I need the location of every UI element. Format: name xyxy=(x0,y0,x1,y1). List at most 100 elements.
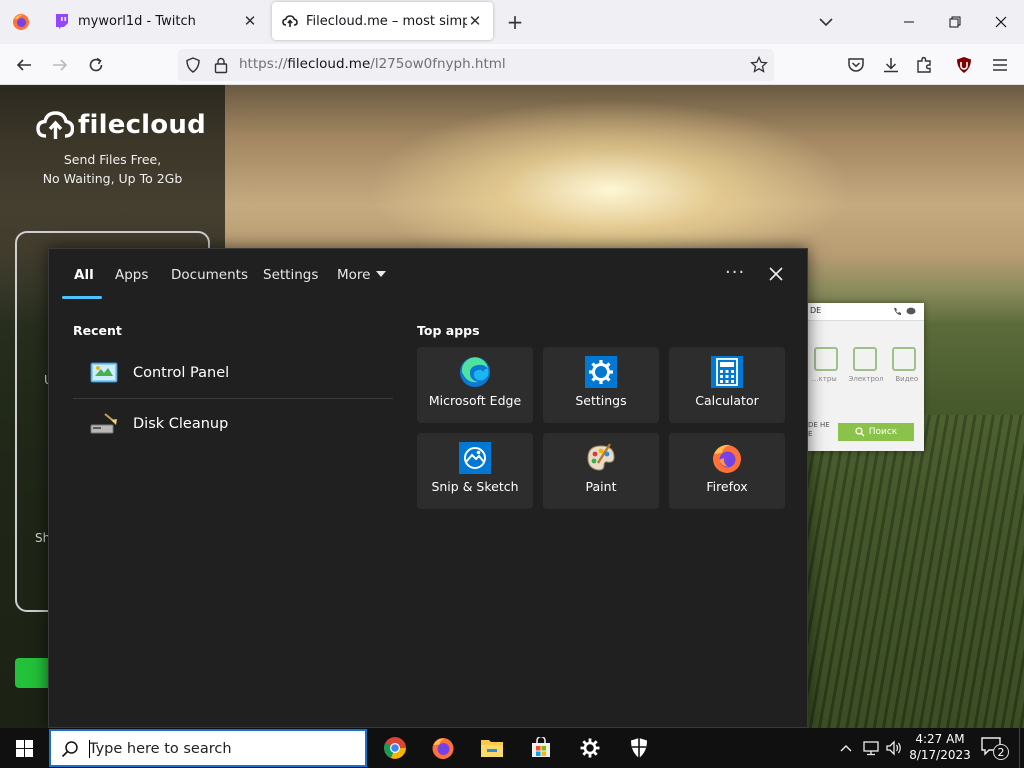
firefox-icon xyxy=(13,14,29,30)
filecloud-logo[interactable]: filecloud xyxy=(36,109,206,141)
tab-filecloud[interactable]: Filecloud.me – most simple file ✕ xyxy=(272,2,493,40)
tab-close-button[interactable]: ✕ xyxy=(242,12,258,30)
list-all-tabs-button[interactable] xyxy=(814,12,838,32)
lock-icon[interactable] xyxy=(213,56,229,74)
url-bar[interactable]: https://filecloud.me/l275ow0fnyph.html xyxy=(178,49,774,81)
caret-down-icon xyxy=(376,271,387,277)
close-search-button[interactable] xyxy=(763,261,789,287)
volume-button[interactable] xyxy=(884,738,904,758)
restore-icon xyxy=(949,16,961,28)
notification-count-badge: 2 xyxy=(993,744,1009,760)
url-text[interactable]: https://filecloud.me/l275ow0fnyph.html xyxy=(239,56,506,72)
widget-side-text: DE НЕ E xyxy=(808,421,830,439)
tagline-line-2: No Waiting, Up To 2Gb xyxy=(42,171,183,186)
security-shield-icon xyxy=(631,738,647,758)
phone-icon xyxy=(894,308,901,315)
microsoft-edge-icon xyxy=(460,357,490,387)
network-icon xyxy=(863,741,879,756)
app-tile-settings[interactable]: Settings xyxy=(543,347,659,423)
system-clock[interactable]: 4:27 AM 8/17/2023 xyxy=(905,731,975,763)
app-tile-calculator[interactable]: Calculator xyxy=(669,347,785,423)
chevron-up-icon xyxy=(840,745,852,752)
show-hidden-icons-button[interactable] xyxy=(836,738,856,758)
speaker-icon xyxy=(886,740,901,756)
app-tile-firefox[interactable]: Firefox xyxy=(669,433,785,509)
logo-text: filecloud xyxy=(78,110,206,140)
tab-more[interactable]: More xyxy=(337,267,387,283)
search-icon xyxy=(61,741,78,758)
taskbar-search-box[interactable] xyxy=(49,729,367,767)
shield-icon[interactable] xyxy=(185,57,201,73)
folder-icon xyxy=(481,740,503,757)
widget-header-text: DE xyxy=(810,306,822,315)
field-background xyxy=(800,415,1024,728)
more-options-button[interactable]: ··· xyxy=(725,262,745,283)
restore-button[interactable] xyxy=(940,8,970,36)
widget-side-text-line: E xyxy=(808,430,813,438)
pocket-button[interactable] xyxy=(841,50,871,80)
close-window-button[interactable] xyxy=(986,8,1016,36)
clock-time: 4:27 AM xyxy=(915,732,965,746)
taskbar-firefox[interactable] xyxy=(419,728,467,768)
tab-title: myworl1d - Twitch xyxy=(78,13,196,29)
download-icon xyxy=(884,58,898,73)
twitch-icon xyxy=(56,14,68,29)
taskbar-windows-security[interactable] xyxy=(615,728,663,768)
ublock-origin-button[interactable] xyxy=(949,50,979,80)
tab-documents[interactable]: Documents xyxy=(171,267,248,283)
puzzle-icon xyxy=(917,56,931,73)
windows-taskbar: 4:27 AM 8/17/2023 2 xyxy=(0,728,1024,768)
taskbar-settings[interactable] xyxy=(566,728,614,768)
app-menu-button[interactable] xyxy=(985,50,1015,80)
back-button[interactable] xyxy=(9,50,39,80)
hamburger-menu-icon xyxy=(993,59,1007,71)
widget-search-label: Поиск xyxy=(868,427,898,437)
new-tab-button[interactable]: + xyxy=(503,9,527,35)
show-desktop-button[interactable] xyxy=(1019,728,1024,768)
firefox-view-button[interactable] xyxy=(0,0,42,44)
tab-apps[interactable]: Apps xyxy=(115,267,148,283)
widget-label: Видео xyxy=(895,375,919,383)
app-tile-microsoft-edge[interactable]: Microsoft Edge xyxy=(417,347,533,423)
tab-close-button[interactable]: ✕ xyxy=(467,12,483,30)
active-tab-indicator xyxy=(62,296,102,299)
tab-title: Filecloud.me – most simple file xyxy=(306,13,467,29)
control-panel-icon xyxy=(90,362,118,383)
search-input[interactable] xyxy=(87,738,357,760)
recent-heading: Recent xyxy=(73,323,122,338)
start-button[interactable] xyxy=(0,728,48,768)
network-button[interactable] xyxy=(861,738,881,758)
chrome-icon xyxy=(384,737,406,759)
taskbar-file-explorer[interactable] xyxy=(468,728,516,768)
firefox-icon xyxy=(432,738,454,759)
forward-button[interactable] xyxy=(45,50,75,80)
disk-cleanup-icon xyxy=(90,413,117,434)
extensions-button[interactable] xyxy=(910,50,940,80)
recent-item-disk-cleanup[interactable]: Disk Cleanup xyxy=(73,399,393,449)
tab-all[interactable]: All xyxy=(74,267,94,283)
bookmark-star-icon[interactable] xyxy=(750,56,768,74)
recent-item-label: Disk Cleanup xyxy=(133,416,229,432)
chat-icon xyxy=(906,307,916,315)
url-path: /l275ow0fnyph.html xyxy=(370,56,506,72)
taskbar-microsoft-store[interactable] xyxy=(517,728,565,768)
app-tile-paint[interactable]: Paint xyxy=(543,433,659,509)
reload-button[interactable] xyxy=(81,50,111,80)
arrow-right-icon xyxy=(53,59,68,71)
downloads-button[interactable] xyxy=(876,50,906,80)
video-camera-icon xyxy=(892,347,917,371)
recent-item-control-panel[interactable]: Control Panel xyxy=(73,348,393,398)
minimize-icon xyxy=(904,21,914,23)
taskbar-chrome[interactable] xyxy=(371,728,419,768)
cloud-upload-icon xyxy=(282,15,298,27)
arrow-left-icon xyxy=(16,59,31,71)
widget-labels: ...ктры Электрол Видео xyxy=(806,375,924,383)
app-tile-label: Calculator xyxy=(695,393,759,408)
minimize-button[interactable] xyxy=(894,8,924,36)
browser-tab-bar: myworl1d - Twitch ✕ Filecloud.me – most … xyxy=(0,0,1024,44)
widget-search-button[interactable]: Поиск xyxy=(838,423,914,441)
tab-settings[interactable]: Settings xyxy=(263,267,318,283)
tab-twitch[interactable]: myworl1d - Twitch ✕ xyxy=(44,2,268,40)
app-tile-snip-sketch[interactable]: Snip & Sketch xyxy=(417,433,533,509)
widget-header: DE xyxy=(806,303,924,321)
